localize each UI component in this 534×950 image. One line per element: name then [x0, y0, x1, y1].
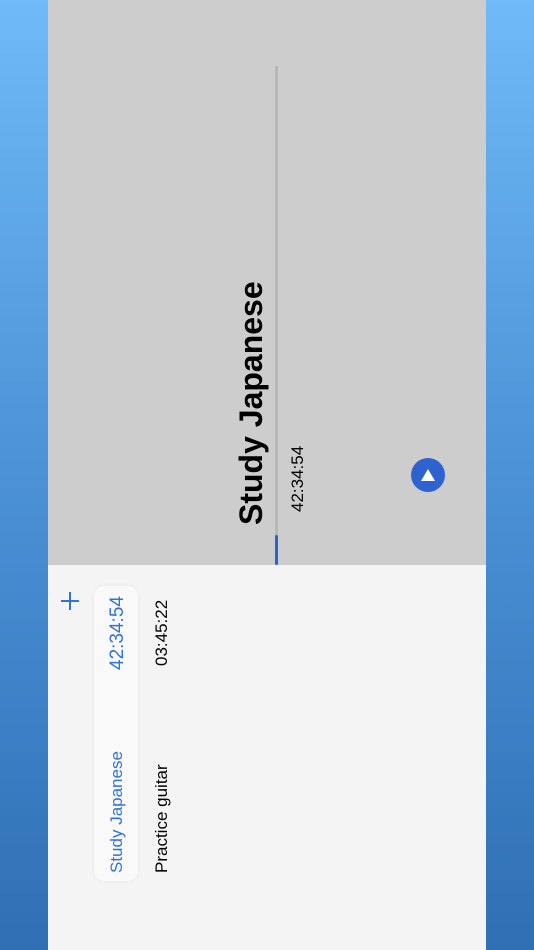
plus-icon: [61, 592, 79, 610]
add-task-button[interactable]: [60, 591, 80, 611]
task-list-pane: 42:34:54 Study Japanese 03:45:22 Practic…: [48, 565, 486, 950]
task-name: Practice guitar: [152, 764, 171, 873]
task-detail-pane: Study Japanese 42:34:54: [48, 0, 486, 565]
app-window: Study Japanese 42:34:54 42:34:54 Study J…: [48, 0, 486, 950]
task-item-study-japanese[interactable]: 42:34:54 Study Japanese: [94, 586, 138, 881]
detail-task-title: Study Japanese: [233, 281, 269, 525]
progress-fill: [275, 535, 278, 565]
play-triangle-icon: [421, 469, 435, 481]
task-time: 03:45:22: [152, 599, 171, 666]
task-item-practice-guitar[interactable]: 03:45:22 Practice guitar: [148, 586, 192, 881]
task-time: 42:34:54: [107, 596, 128, 670]
task-name: Study Japanese: [107, 751, 126, 873]
detail-elapsed-time: 42:34:54: [288, 445, 307, 512]
progress-track: [275, 66, 278, 565]
play-button[interactable]: [411, 458, 445, 492]
